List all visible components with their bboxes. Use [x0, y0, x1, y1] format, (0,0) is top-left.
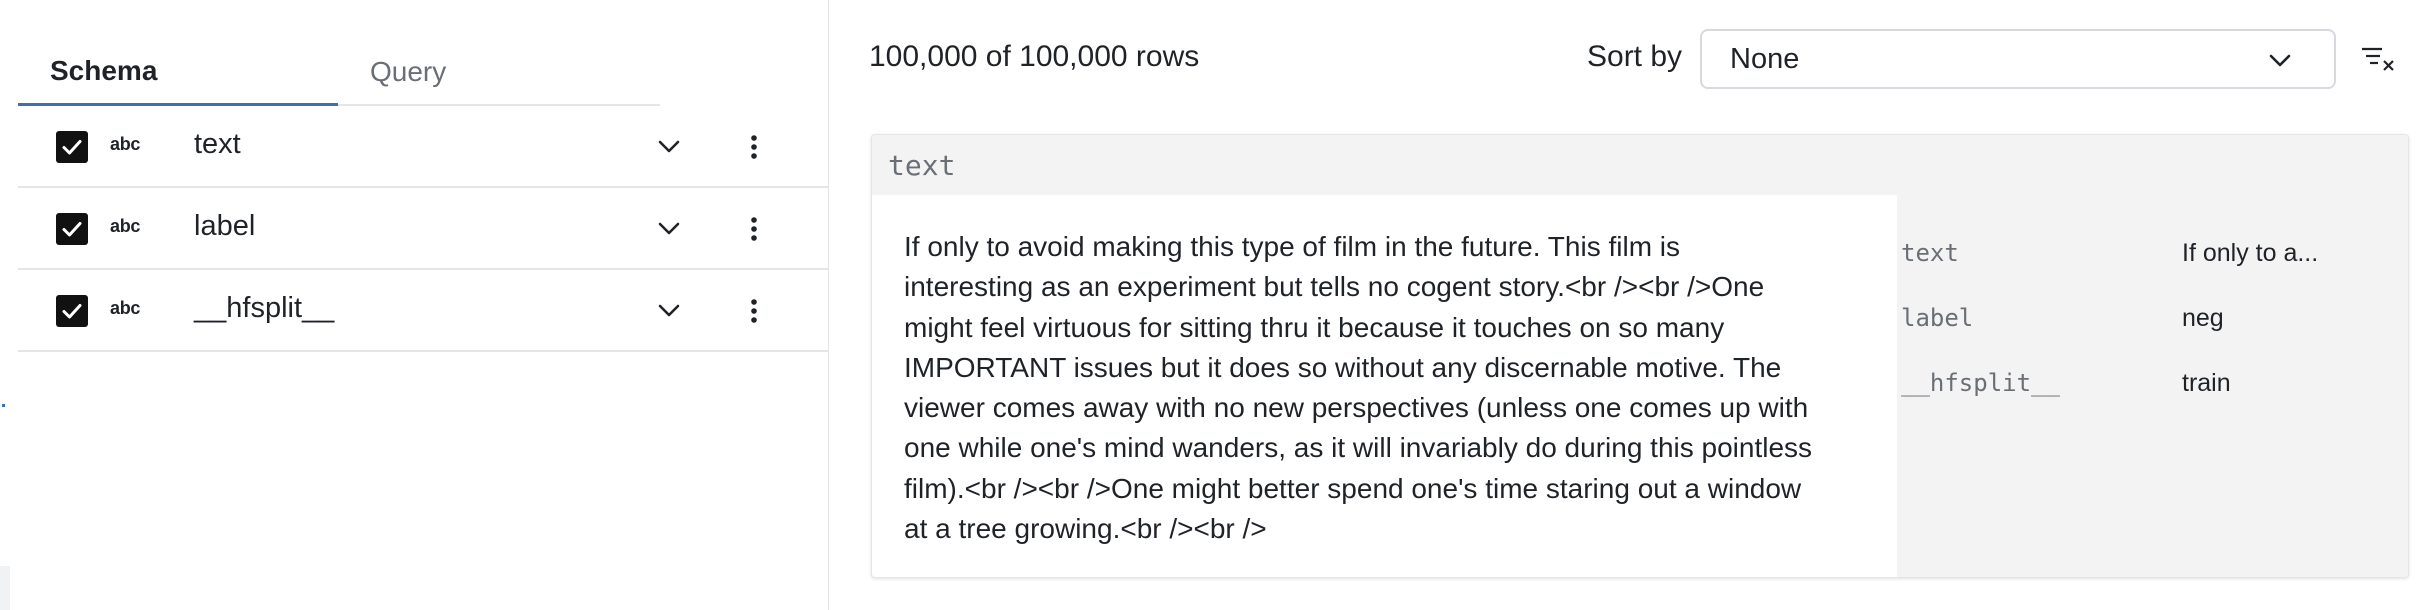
sort-label: Sort by [1587, 40, 1683, 73]
sort-select[interactable]: None [1700, 29, 2336, 89]
chevron-down-icon[interactable] [654, 214, 684, 244]
checkmark-icon [62, 304, 82, 319]
scrollbar-stub[interactable] [0, 566, 10, 610]
sort-select-value: None [1730, 42, 1800, 75]
record-field-summary: text If only to a... label neg __hfsplit… [1897, 195, 2408, 577]
clear-sort-icon[interactable] [2360, 44, 2396, 76]
chevron-down-icon [2269, 54, 2291, 67]
row-count: 100,000 of 100,000 rows [869, 40, 1200, 73]
record-card[interactable]: text If only to avoid making this type o… [871, 134, 2409, 578]
record-text-value: If only to avoid making this type of fil… [904, 231, 1813, 545]
field-checkbox[interactable] [56, 131, 88, 163]
summary-row: text If only to a... [1897, 239, 2408, 279]
checkmark-icon [62, 222, 82, 237]
tab-schema[interactable]: Schema [18, 38, 338, 106]
field-checkbox[interactable] [56, 295, 88, 327]
field-checkbox[interactable] [56, 213, 88, 245]
field-list: abc text abc label abc __hfsplit__ [18, 106, 829, 352]
panel-tabs: Schema Query [18, 38, 660, 106]
record-column-header: text [872, 135, 2408, 195]
tab-query[interactable]: Query [338, 38, 658, 106]
summary-row: label neg [1897, 304, 2408, 344]
field-name: label [194, 210, 256, 242]
more-vertical-icon[interactable] [744, 294, 764, 328]
field-name: text [194, 128, 241, 160]
schema-panel: Schema Query abc text abc label abc __hf… [0, 0, 829, 610]
summary-value: If only to a... [2182, 239, 2319, 267]
summary-value: neg [2182, 304, 2224, 332]
chevron-down-icon[interactable] [654, 132, 684, 162]
summary-row: __hfsplit__ train [1897, 369, 2408, 409]
field-row-hfsplit: abc __hfsplit__ [18, 270, 829, 352]
summary-key: text [1901, 239, 1959, 267]
string-type-icon: abc [110, 298, 141, 318]
more-vertical-icon[interactable] [744, 212, 764, 246]
dataset-viewer: Schema Query abc text abc label abc __hf… [0, 0, 2432, 610]
more-vertical-icon[interactable] [744, 130, 764, 164]
field-row-label: abc label [18, 188, 829, 270]
string-type-icon: abc [110, 216, 141, 236]
field-name: __hfsplit__ [194, 292, 335, 324]
summary-value: train [2182, 369, 2231, 397]
summary-key: label [1901, 304, 1974, 332]
field-row-text: abc text [18, 106, 829, 188]
focus-indicator [2, 404, 5, 407]
string-type-icon: abc [110, 134, 141, 154]
chevron-down-icon[interactable] [654, 296, 684, 326]
summary-key: __hfsplit__ [1901, 369, 2060, 397]
checkmark-icon [62, 140, 82, 155]
